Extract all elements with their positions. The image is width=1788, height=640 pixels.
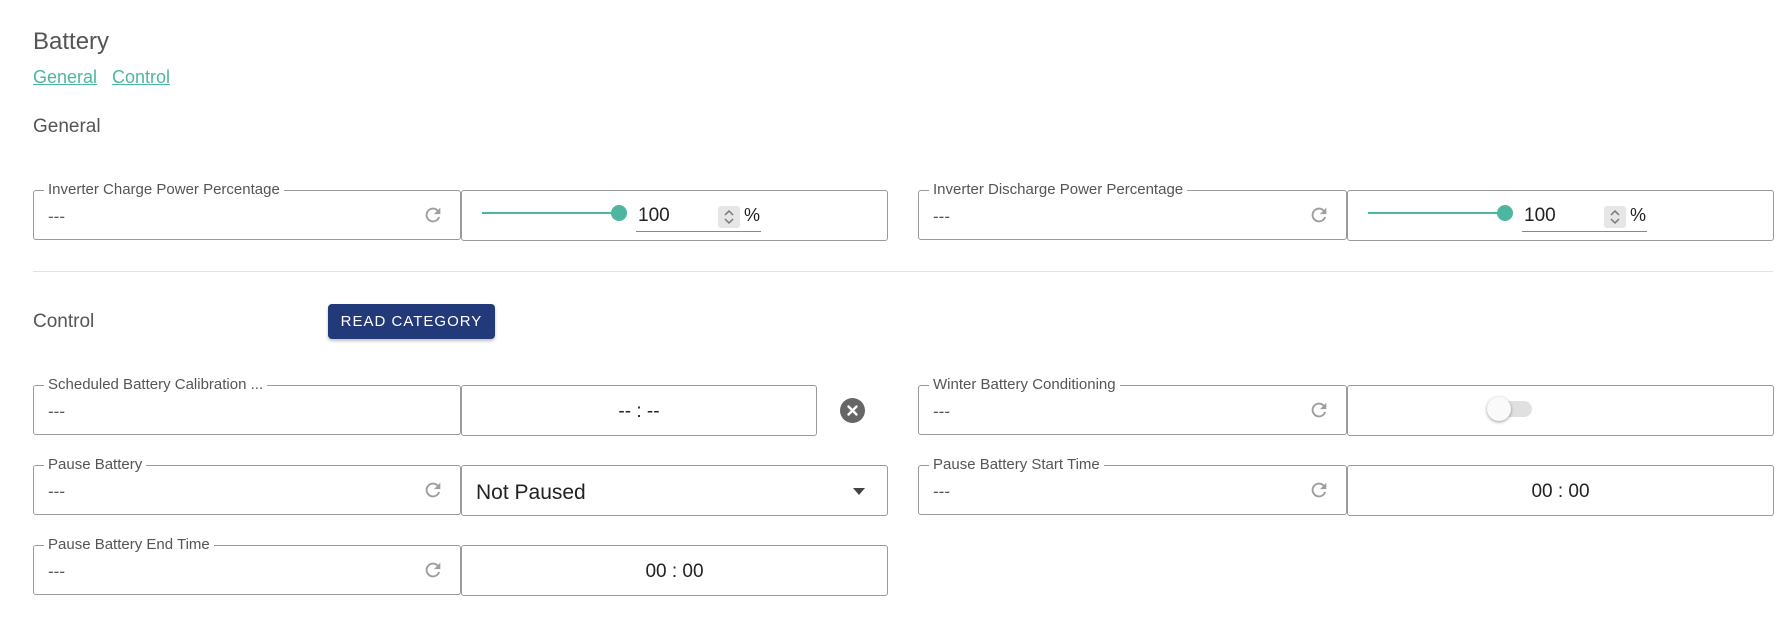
discharge-power-label: Inverter Discharge Power Percentage <box>929 181 1188 199</box>
pause-start-time-value: 00 : 00 <box>1531 481 1590 502</box>
discharge-power-slider-thumb[interactable] <box>1497 205 1513 221</box>
charge-power-label: Inverter Charge Power Percentage <box>44 181 284 199</box>
pause-start-value: --- <box>933 482 950 501</box>
winter-conditioning-value: --- <box>933 402 950 421</box>
section-divider <box>33 271 1773 272</box>
section-title-control: Control <box>33 311 95 332</box>
close-circle-icon[interactable] <box>840 398 865 423</box>
page-title: Battery <box>33 28 110 55</box>
anchor-control[interactable]: Control <box>112 67 170 88</box>
charge-power-input-value: 100 <box>638 205 670 226</box>
charge-power-value: --- <box>48 207 65 226</box>
discharge-power-input[interactable]: 100 <box>1522 203 1647 232</box>
section-title-general: General <box>33 116 101 137</box>
winter-conditioning-field: Winter Battery Conditioning --- <box>918 376 1347 435</box>
refresh-icon[interactable] <box>1308 204 1330 226</box>
pause-start-field: Pause Battery Start Time --- <box>918 456 1347 515</box>
discharge-power-unit: % <box>1630 205 1647 225</box>
pause-battery-select-value: Not Paused <box>476 481 586 504</box>
pause-end-value: --- <box>48 562 65 581</box>
charge-power-control: 100 % <box>461 190 888 241</box>
calibration-value: --- <box>48 402 65 421</box>
read-category-button[interactable]: READ CATEGORY <box>328 304 495 339</box>
refresh-icon[interactable] <box>1308 399 1330 421</box>
charge-power-field: Inverter Charge Power Percentage --- <box>33 181 461 240</box>
winter-conditioning-toggle-thumb[interactable] <box>1487 397 1511 421</box>
refresh-icon[interactable] <box>422 204 444 226</box>
pause-end-field: Pause Battery End Time --- <box>33 536 461 595</box>
discharge-power-value: --- <box>933 207 950 226</box>
discharge-power-slider[interactable] <box>1368 212 1503 214</box>
spinner-icon[interactable] <box>718 206 740 228</box>
winter-conditioning-control <box>1347 385 1774 436</box>
pause-end-time-value: 00 : 00 <box>645 561 704 582</box>
pause-start-time-input[interactable]: 00 : 00 <box>1347 465 1774 516</box>
pause-start-label: Pause Battery Start Time <box>929 456 1104 474</box>
discharge-power-field: Inverter Discharge Power Percentage --- <box>918 181 1347 240</box>
calibration-label: Scheduled Battery Calibration ... <box>44 376 268 394</box>
refresh-icon[interactable] <box>422 479 444 501</box>
charge-power-slider[interactable] <box>482 212 617 214</box>
pause-battery-select[interactable]: Not Paused <box>461 465 888 516</box>
spinner-icon[interactable] <box>1604 206 1626 228</box>
pause-end-label: Pause Battery End Time <box>44 536 214 554</box>
winter-conditioning-label: Winter Battery Conditioning <box>929 376 1120 394</box>
charge-power-input[interactable]: 100 <box>636 203 761 232</box>
refresh-icon[interactable] <box>1308 479 1330 501</box>
pause-end-time-input[interactable]: 00 : 00 <box>461 545 888 596</box>
pause-battery-field: Pause Battery --- <box>33 456 461 515</box>
discharge-power-input-value: 100 <box>1524 205 1556 226</box>
discharge-power-control: 100 % <box>1347 190 1774 241</box>
calibration-time-value: -- : -- <box>618 401 660 422</box>
pause-battery-label: Pause Battery <box>44 456 147 474</box>
charge-power-unit: % <box>744 205 761 225</box>
calibration-field: Scheduled Battery Calibration ... --- <box>33 376 461 435</box>
calibration-time-input[interactable]: -- : -- <box>461 385 817 436</box>
pause-battery-value: --- <box>48 482 65 501</box>
chevron-down-icon[interactable] <box>853 488 865 495</box>
charge-power-slider-thumb[interactable] <box>611 205 627 221</box>
anchor-general[interactable]: General <box>33 67 97 88</box>
refresh-icon[interactable] <box>422 559 444 581</box>
